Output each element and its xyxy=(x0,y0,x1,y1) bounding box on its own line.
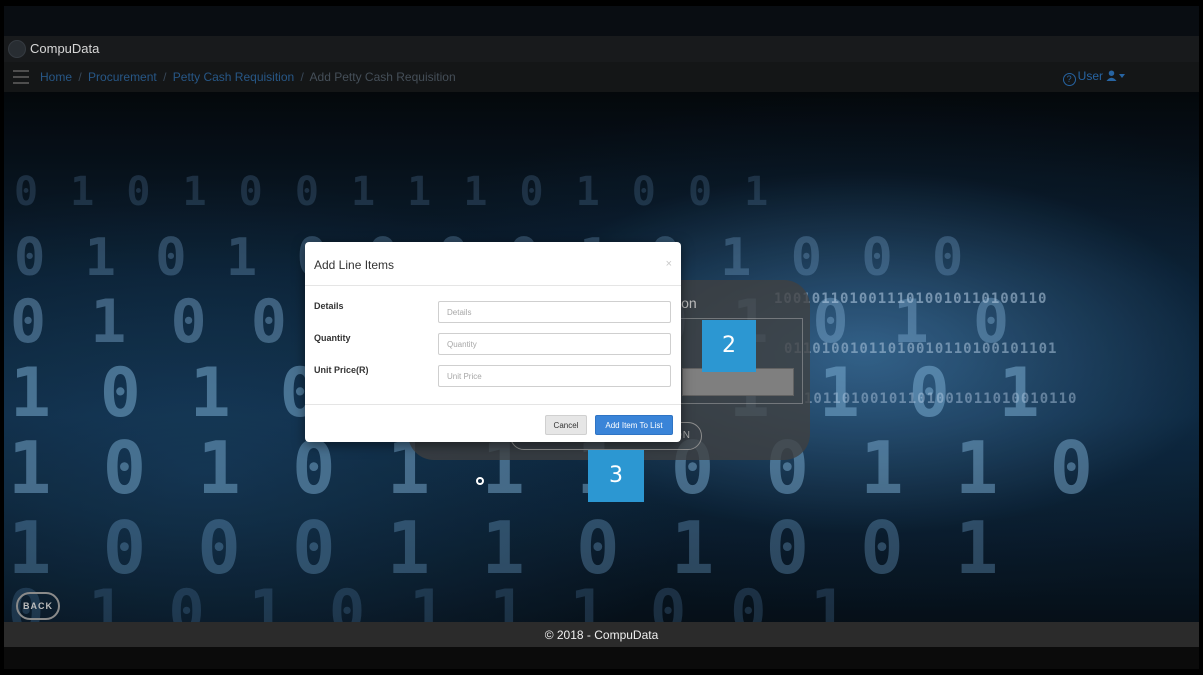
step-marker-2: 2 xyxy=(702,320,756,372)
quantity-label: Quantity xyxy=(314,333,351,343)
breadcrumb: Home / Procurement / Petty Cash Requisit… xyxy=(40,70,456,84)
user-menu[interactable]: ? User xyxy=(1062,69,1125,86)
breadcrumb-separator: / xyxy=(300,70,304,84)
hamburger-menu-icon[interactable] xyxy=(13,70,29,84)
unit-price-row: Unit Price(R) xyxy=(305,363,681,387)
breadcrumb-procurement[interactable]: Procurement xyxy=(88,70,157,84)
add-item-to-list-button[interactable]: Add Item To List xyxy=(595,415,673,435)
panel-input xyxy=(682,368,794,396)
breadcrumb-petty-cash-requisition[interactable]: Petty Cash Requisition xyxy=(173,70,294,84)
footer-copyright: © 2018 - CompuData xyxy=(544,628,659,642)
unit-price-label: Unit Price(R) xyxy=(314,365,369,375)
background-digits: 10010110100111010010110100110 xyxy=(774,291,1048,307)
background-digits: 1 0 0 0 1 1 0 1 0 0 1 xyxy=(8,506,1003,590)
bottom-strip xyxy=(4,647,1199,669)
modal-header: Add Line Items × xyxy=(305,242,681,286)
modal-footer-divider xyxy=(305,404,681,405)
help-circle-icon[interactable]: ? xyxy=(1062,73,1076,86)
brand-name: CompuData xyxy=(30,41,100,56)
modal-title: Add Line Items xyxy=(314,258,395,272)
breadcrumb-separator: / xyxy=(163,70,167,84)
background-digits: 01101001011010010110100101101 xyxy=(784,341,1058,357)
unit-price-input[interactable] xyxy=(438,365,671,387)
cursor-icon xyxy=(476,477,484,485)
caret-down-icon[interactable] xyxy=(1119,74,1125,78)
close-icon[interactable]: × xyxy=(666,258,672,270)
breadcrumb-current: Add Petty Cash Requisition xyxy=(309,70,456,84)
details-input[interactable] xyxy=(438,301,671,323)
user-label[interactable]: User xyxy=(1078,69,1103,83)
quantity-row: Quantity xyxy=(305,331,681,355)
add-line-items-modal: Add Line Items × Details Quantity Unit P… xyxy=(305,242,681,442)
page-footer: © 2018 - CompuData xyxy=(4,622,1199,647)
app-topbar: CompuData xyxy=(4,36,1199,62)
breadcrumb-separator: / xyxy=(78,70,82,84)
background-digits: 10110100101101001011010010110 xyxy=(804,391,1078,407)
background-digits: 0 1 0 1 0 0 1 1 1 0 1 0 0 1 xyxy=(14,169,773,215)
step-marker-3: 3 xyxy=(588,450,644,502)
user-icon[interactable] xyxy=(1106,70,1117,81)
back-button[interactable]: BACK xyxy=(16,592,60,620)
quantity-input[interactable] xyxy=(438,333,671,355)
breadcrumb-home[interactable]: Home xyxy=(40,70,72,84)
navbar: Home / Procurement / Petty Cash Requisit… xyxy=(4,62,1199,92)
app-window: 0 1 0 1 0 0 1 1 1 0 1 0 0 1 0 1 0 1 0 0 … xyxy=(4,6,1199,669)
cancel-button[interactable]: Cancel xyxy=(545,415,587,435)
details-row: Details xyxy=(305,299,681,323)
details-label: Details xyxy=(314,301,344,311)
logo-icon xyxy=(8,40,26,58)
